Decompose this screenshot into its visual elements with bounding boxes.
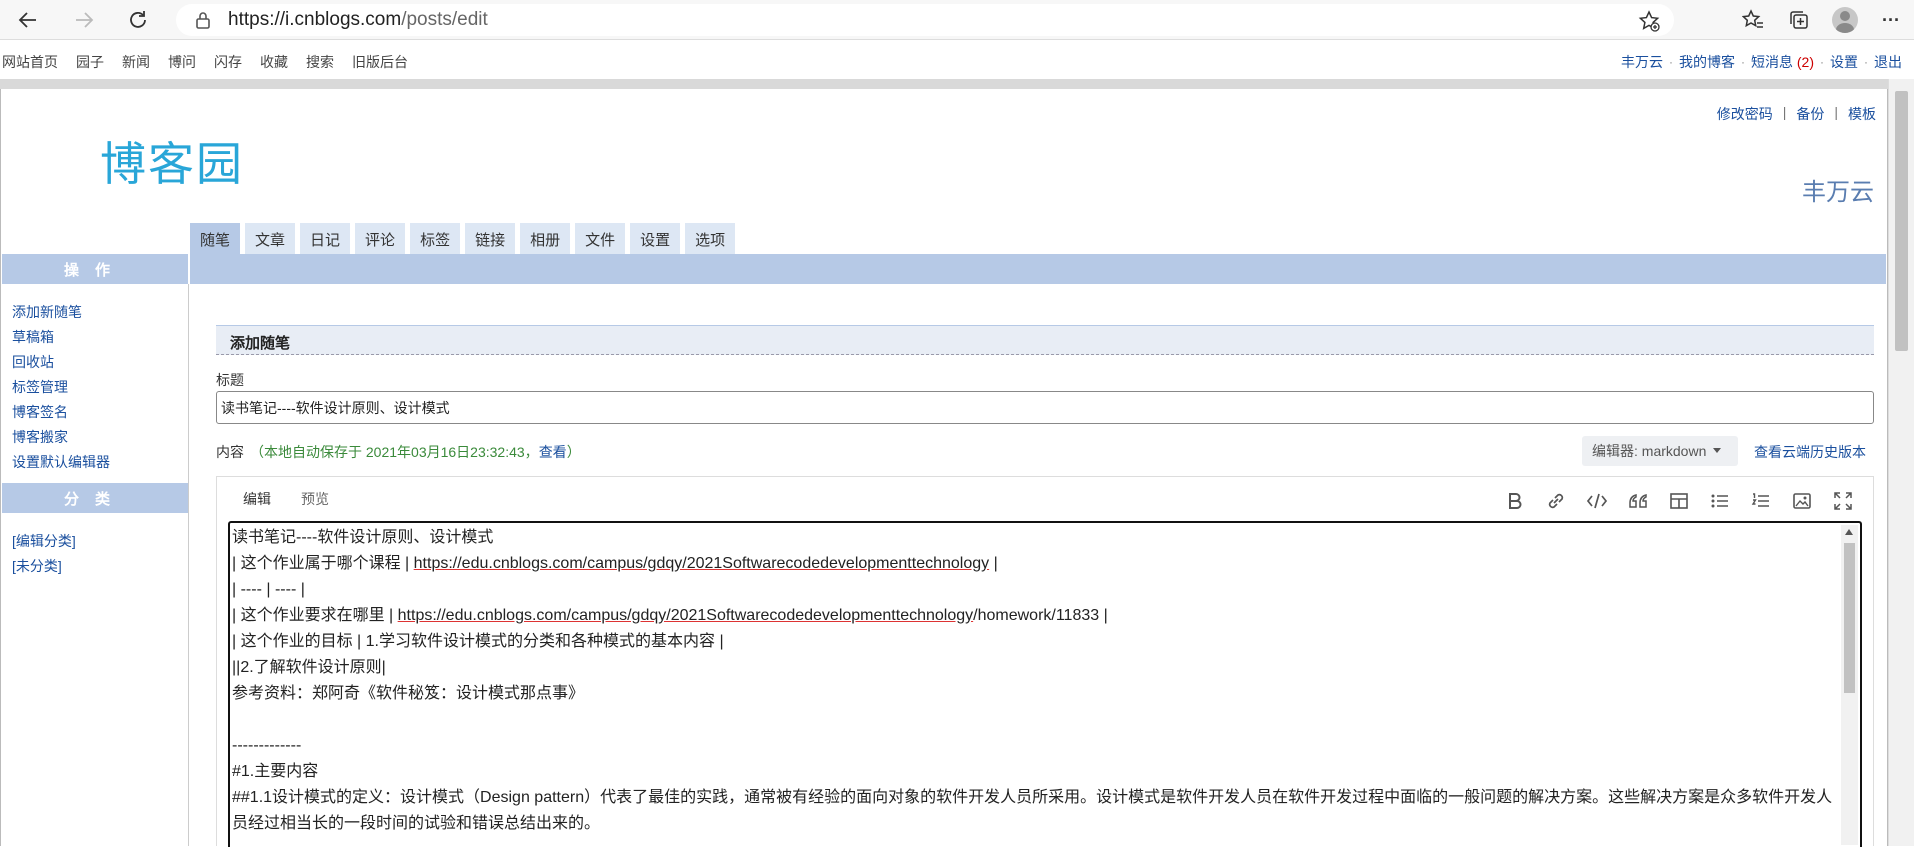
bullet-list-icon[interactable] [1708, 489, 1732, 513]
backup-link[interactable]: 备份 [1796, 104, 1824, 124]
editor-line: | 这个作业属于哪个课程 | https://edu.cnblogs.com/c… [232, 555, 998, 572]
code-icon[interactable] [1585, 489, 1609, 513]
sidebar: 操作 添加新随笔 草稿箱 回收站 标签管理 博客签名 博客搬家 设置默认编辑器 … [2, 254, 188, 587]
tab-albums[interactable]: 相册 [520, 223, 571, 255]
browser-toolbar: https://i.cnblogs.com/posts/edit ··· [0, 0, 1914, 40]
reload-icon[interactable] [118, 0, 158, 40]
tab-diary[interactable]: 日记 [300, 223, 351, 255]
sidebar-item-drafts[interactable]: 草稿箱 [12, 325, 188, 350]
nav-home[interactable]: 网站首页 [2, 52, 58, 72]
content-label: 内容 [216, 444, 244, 460]
nav-news[interactable]: 新闻 [122, 52, 150, 72]
tab-settings[interactable]: 设置 [630, 223, 681, 255]
editor-line: 读书笔记----软件设计原则、设计模式 [232, 529, 494, 546]
editor-line: #1.主要内容 [232, 763, 319, 780]
favorites-icon[interactable] [1730, 0, 1776, 40]
blog-name[interactable]: 丰万云 [1802, 172, 1874, 207]
sidebar-item-add-post[interactable]: 添加新随笔 [12, 300, 188, 325]
chevron-down-icon [1713, 448, 1722, 453]
tab-band [190, 254, 1886, 284]
user-link[interactable]: 丰万云 [1621, 52, 1663, 72]
tab-files[interactable]: 文件 [575, 223, 626, 255]
settings-link[interactable]: 设置 [1830, 52, 1858, 72]
more-menu-icon[interactable]: ··· [1868, 0, 1914, 40]
editor-toolbar [1503, 489, 1855, 513]
editor-line: ##1.1设计模式的定义：设计模式（Design pattern）代表了最佳的实… [232, 789, 1833, 832]
cloud-history-link[interactable]: 查看云端历史版本 [1754, 442, 1866, 462]
nav-flash[interactable]: 闪存 [214, 52, 242, 72]
forward-icon[interactable] [64, 0, 104, 40]
sidebar-item-edit-categories[interactable]: [编辑分类] [12, 529, 188, 554]
sidebar-divider [188, 284, 189, 846]
url-path: /posts/edit [401, 9, 488, 30]
autosave-status: （本地自动保存于 2021年03月16日23:32:43，查看） [250, 444, 581, 460]
link-icon[interactable] [1544, 489, 1568, 513]
bold-icon[interactable] [1503, 489, 1527, 513]
sidebar-cat-title: 分类 [2, 483, 188, 513]
editor-line: | 这个作业要求在哪里 | https://edu.cnblogs.com/ca… [232, 607, 1108, 624]
markdown-textarea[interactable]: 读书笔记----软件设计原则、设计模式 | 这个作业属于哪个课程 | https… [228, 521, 1862, 847]
header-links: 修改密码 | 备份 | 模板 [1716, 104, 1876, 124]
site-nav: 网站首页 园子 新闻 博问 闪存 收藏 搜索 旧版后台 丰万云 · 我的博客 · 短… [0, 43, 1914, 79]
tab-preview[interactable]: 预览 [301, 489, 329, 509]
image-icon[interactable] [1790, 489, 1814, 513]
tab-edit[interactable]: 编辑 [243, 489, 271, 509]
nav-old-admin[interactable]: 旧版后台 [352, 52, 408, 72]
markdown-editor: 编辑 预览 读书笔记----软件设计原则、设计模式 | 这个作业属于哪个课程 |… [216, 476, 1874, 847]
section-title: 添加随笔 [216, 325, 1874, 355]
editor-line: | ---- | ---- | [232, 581, 305, 598]
editor-line: 参考资料：郑阿奇《软件秘笈：设计模式那点事》 [232, 685, 585, 702]
table-icon[interactable] [1667, 489, 1691, 513]
sidebar-item-recycle-bin[interactable]: 回收站 [12, 350, 188, 375]
editor-line: ------------- [232, 737, 302, 754]
sidebar-item-uncategorized[interactable]: [未分类] [12, 554, 188, 579]
course-url: https://edu.cnblogs.com/campus/gdqy/2021… [413, 555, 990, 572]
address-bar[interactable]: https://i.cnblogs.com/posts/edit [176, 4, 1674, 36]
change-password-link[interactable]: 修改密码 [1717, 104, 1773, 124]
collections-icon[interactable] [1776, 0, 1822, 40]
nav-questions[interactable]: 博问 [168, 52, 196, 72]
title-label: 标题 [216, 372, 244, 388]
tab-options[interactable]: 选项 [685, 223, 736, 255]
nav-garden[interactable]: 园子 [76, 52, 104, 72]
sidebar-item-tag-management[interactable]: 标签管理 [12, 375, 188, 400]
sidebar-item-blog-signature[interactable]: 博客签名 [12, 400, 188, 425]
fullscreen-icon[interactable] [1831, 489, 1855, 513]
sidebar-ops-title: 操作 [2, 254, 188, 284]
tab-articles[interactable]: 文章 [245, 223, 296, 255]
admin-tabs: 随笔 文章 日记 评论 标签 链接 相册 文件 设置 选项 [190, 223, 736, 255]
profile-avatar[interactable] [1822, 0, 1868, 40]
numbered-list-icon[interactable] [1749, 489, 1773, 513]
logout-link[interactable]: 退出 [1874, 52, 1902, 72]
editor-line: ||2.了解软件设计原则| [232, 659, 386, 676]
editor-line: | 这个作业的目标 | 1.学习软件设计模式的分类和各种模式的基本内容 | [232, 633, 724, 650]
view-autosave-link[interactable]: 查看 [539, 444, 567, 460]
title-input[interactable]: 读书笔记----软件设计原则、设计模式 [216, 391, 1874, 424]
message-count: (2) [1796, 54, 1814, 70]
nav-search[interactable]: 搜索 [306, 52, 334, 72]
my-blog-link[interactable]: 我的博客 [1679, 52, 1735, 72]
content-row: 内容 （本地自动保存于 2021年03月16日23:32:43，查看） [216, 442, 581, 462]
url-host: https://i.cnblogs.com [228, 9, 402, 30]
editor-scrollbar[interactable] [1841, 525, 1858, 845]
messages-link[interactable]: 短消息 (2) [1751, 52, 1814, 72]
sidebar-item-default-editor[interactable]: 设置默认编辑器 [12, 450, 188, 475]
site-logo[interactable]: 博客园 [100, 128, 244, 194]
tab-links[interactable]: 链接 [465, 223, 516, 255]
quote-icon[interactable] [1626, 489, 1650, 513]
tab-tags[interactable]: 标签 [410, 223, 461, 255]
add-favorite-icon[interactable] [1638, 10, 1660, 38]
tab-comments[interactable]: 评论 [355, 223, 406, 255]
back-icon[interactable] [8, 0, 48, 40]
editor-type-select[interactable]: 编辑器: markdown [1582, 436, 1738, 466]
homework-url: https://edu.cnblogs.com/campus/gdqy/2021… [397, 607, 974, 624]
sidebar-item-blog-move[interactable]: 博客搬家 [12, 425, 188, 450]
template-link[interactable]: 模板 [1848, 104, 1876, 124]
tab-posts[interactable]: 随笔 [190, 223, 241, 255]
header-divider [0, 79, 1914, 89]
page-scrollbar[interactable] [1888, 79, 1914, 846]
lock-icon [192, 9, 214, 31]
nav-favorites[interactable]: 收藏 [260, 52, 288, 72]
